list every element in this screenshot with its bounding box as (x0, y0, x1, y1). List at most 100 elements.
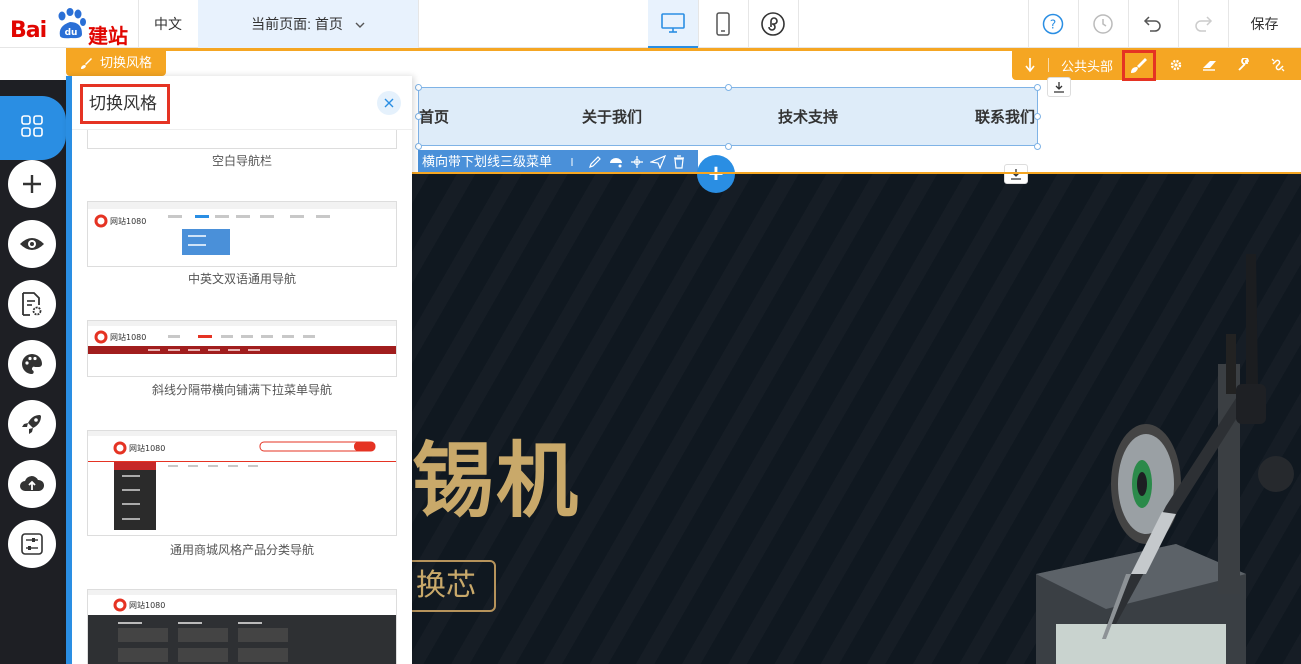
cloud-upload-icon (20, 476, 45, 491)
wrench-button[interactable] (1230, 50, 1258, 80)
nav-item-home[interactable]: 首页 (419, 88, 449, 147)
download-icon (1054, 82, 1064, 93)
top-toolbar: Bai du 建站 中文 当前页面: 首页 ? 保存 (0, 0, 1301, 48)
resize-handle[interactable] (415, 143, 422, 150)
undo-button[interactable] (1128, 0, 1178, 48)
template-thumbnail-slash[interactable]: 网站1080 (87, 320, 397, 377)
resize-handle[interactable] (1034, 84, 1041, 91)
add-component-button[interactable]: + (697, 155, 735, 193)
component-name: 横向带下划线三级菜单 (422, 154, 553, 169)
sidebar-theme-button[interactable] (8, 340, 56, 388)
resize-handle[interactable] (725, 84, 732, 91)
language-selector[interactable]: 中文 (138, 0, 198, 48)
template-thumbnail-bilingual[interactable]: 网站1080 (87, 201, 397, 267)
download-button[interactable] (1004, 164, 1028, 184)
left-sidebar (0, 80, 66, 664)
sidebar-components-button[interactable] (8, 102, 56, 150)
svg-text:网站1080: 网站1080 (129, 600, 165, 610)
rocket-icon (22, 415, 41, 434)
nav-item-contact[interactable]: 联系我们 (975, 88, 1037, 147)
sidebar-controls-button[interactable] (8, 520, 56, 568)
brush-icon (1131, 58, 1147, 73)
sidebar-preview-button[interactable] (8, 220, 56, 268)
resize-handle[interactable] (1034, 143, 1041, 150)
grid-icon (21, 115, 43, 137)
resize-handle[interactable] (415, 84, 422, 91)
template-name[interactable]: 通用商城风格产品分类导航 (87, 541, 397, 558)
nav-item-support[interactable]: 技术支持 (778, 88, 838, 147)
mobile-icon (716, 12, 730, 36)
template-thumbnail-blank[interactable] (87, 130, 397, 149)
svg-text:网站1080: 网站1080 (129, 443, 165, 453)
unlink-button[interactable] (1264, 50, 1292, 80)
settings-button[interactable] (1162, 50, 1190, 80)
switch-style-tag[interactable]: 切换风格 (66, 50, 166, 76)
resize-handle[interactable] (415, 113, 422, 120)
template-thumbnail-dark[interactable]: 网站1080 (87, 589, 397, 664)
sidebar-add-button[interactable] (8, 160, 56, 208)
current-page-selector[interactable]: 当前页面: 首页 (198, 0, 418, 48)
component-label-bar: 横向带下划线三级菜单 (418, 150, 698, 174)
undo-icon (1143, 16, 1161, 32)
move-icon[interactable] (630, 155, 644, 169)
history-button[interactable] (1078, 0, 1128, 48)
svg-text:网站1080: 网站1080 (110, 332, 146, 342)
edit-icon[interactable] (588, 155, 602, 169)
template-thumbnail-mall[interactable]: 网站1080 (87, 430, 397, 536)
redo-button[interactable] (1178, 0, 1228, 48)
arrow-down-icon (1025, 58, 1035, 73)
public-header-toolbar: 公共头部 (1012, 50, 1301, 80)
save-button[interactable]: 保存 (1228, 0, 1301, 48)
help-icon: ? (1042, 13, 1064, 35)
move-down-button[interactable] (1020, 50, 1040, 80)
desktop-view-button[interactable] (648, 0, 698, 48)
download-button[interactable] (1047, 77, 1071, 97)
separator-icon (571, 158, 573, 166)
baidu-jianzhan-logo[interactable]: Bai du 建站 (10, 6, 130, 48)
banner-title: 锡机 (412, 433, 581, 529)
plus-icon (23, 175, 41, 193)
help-button[interactable]: ? (1028, 0, 1078, 48)
template-name[interactable]: 中英文双语通用导航 (87, 270, 397, 287)
eye-icon (20, 238, 44, 250)
chevron-down-icon (355, 2, 365, 50)
template-name[interactable]: 空白导航栏 (87, 152, 397, 169)
sidebar-publish-button[interactable] (8, 400, 56, 448)
thumb-brand: 网站1080 (110, 216, 146, 226)
nav-item-about[interactable]: 关于我们 (582, 88, 642, 147)
eraser-icon (1203, 61, 1216, 71)
eraser-button[interactable] (1196, 50, 1224, 80)
redo-icon (1195, 16, 1213, 32)
sidebar-upload-button[interactable] (8, 460, 56, 508)
public-header-label: 公共头部 (1060, 58, 1113, 74)
trash-icon[interactable] (672, 155, 686, 169)
paint-icon[interactable] (608, 155, 624, 169)
panel-title: 切换风格 (80, 84, 170, 124)
download-icon (1011, 169, 1021, 180)
sidebar-page-settings-button[interactable] (8, 280, 56, 328)
site-navigation[interactable]: 首页 关于我们 技术支持 联系我们 (418, 87, 1038, 146)
send-icon[interactable] (650, 155, 666, 169)
baidu-paw-icon: du (58, 8, 86, 39)
resize-handle[interactable] (725, 143, 732, 150)
brush-icon (81, 58, 92, 69)
gear-icon (1170, 59, 1182, 71)
miniprogram-view-button[interactable] (748, 0, 798, 48)
close-icon (384, 98, 394, 108)
switch-style-panel: 切换风格 空白导航栏 网站1080 中英文双语通用导航 网站1080 斜线分隔带… (66, 76, 412, 664)
miniprogram-icon (761, 12, 785, 36)
template-name[interactable]: 斜线分隔带横向铺满下拉菜单导航 (87, 381, 397, 398)
close-panel-button[interactable] (377, 91, 401, 115)
palette-icon (22, 354, 42, 374)
soldering-machine-image (1036, 254, 1294, 664)
svg-text:du: du (65, 28, 78, 38)
wrench-icon (1238, 58, 1249, 71)
mobile-view-button[interactable] (698, 0, 748, 48)
current-page-label: 当前页面: 首页 (251, 16, 343, 32)
sliders-icon (21, 533, 43, 555)
switch-style-button[interactable] (1122, 50, 1156, 81)
resize-handle[interactable] (1034, 113, 1041, 120)
document-settings-icon (22, 292, 42, 316)
desktop-icon (661, 13, 685, 33)
svg-text:?: ? (1050, 18, 1056, 32)
